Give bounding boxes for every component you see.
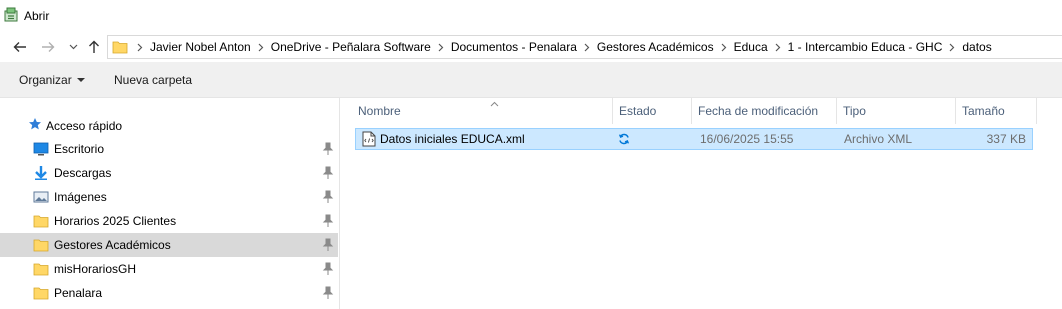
- breadcrumb-item[interactable]: 1 - Intercambio Educa - GHC: [786, 40, 945, 54]
- forward-button[interactable]: [38, 37, 58, 57]
- window-title: Abrir: [24, 9, 50, 23]
- new-folder-label: Nueva carpeta: [114, 73, 193, 87]
- back-button[interactable]: [10, 37, 30, 57]
- sidebar-item-gestores-academicos[interactable]: Gestores Académicos: [0, 233, 338, 257]
- folder-icon: [33, 213, 49, 229]
- sidebar-item-escritorio[interactable]: Escritorio: [0, 137, 338, 161]
- sidebar-item-label: misHorariosGH: [54, 262, 137, 276]
- sidebar-item-label: Escritorio: [54, 142, 105, 156]
- sidebar-item-horarios-2025-clientes[interactable]: Horarios 2025 Clientes: [0, 209, 338, 233]
- up-button[interactable]: [84, 37, 104, 57]
- pin-icon[interactable]: [322, 214, 334, 228]
- command-toolbar: Organizar Nueva carpeta: [0, 62, 1062, 98]
- navigation-bar: Javier Nobel Anton OneDrive - Peñalara S…: [0, 32, 1062, 62]
- open-dialog-icon: [3, 7, 19, 23]
- sidebar-item-penalara[interactable]: Penalara: [0, 281, 338, 305]
- breadcrumb-item[interactable]: OneDrive - Peñalara Software: [269, 40, 433, 54]
- breadcrumb-separator-icon[interactable]: [944, 43, 960, 52]
- folder-icon: [33, 285, 49, 301]
- breadcrumb-separator-icon[interactable]: [770, 43, 786, 52]
- pin-icon[interactable]: [322, 286, 334, 300]
- arrow-right-icon: [41, 41, 55, 53]
- file-type: Archivo XML: [844, 132, 913, 146]
- breadcrumb-separator-icon[interactable]: [579, 43, 595, 52]
- sidebar-item-label: Descargas: [54, 166, 112, 180]
- breadcrumb-item[interactable]: Documentos - Penalara: [449, 40, 579, 54]
- breadcrumb-item[interactable]: datos: [960, 40, 993, 54]
- arrow-left-icon: [13, 41, 27, 53]
- pin-icon[interactable]: [322, 166, 334, 180]
- column-header-modified[interactable]: Fecha de modificación: [692, 98, 836, 124]
- address-bar[interactable]: Javier Nobel Anton OneDrive - Peñalara S…: [107, 35, 1062, 59]
- folder-icon: [33, 261, 49, 277]
- quick-access-header[interactable]: Acceso rápido: [28, 117, 122, 134]
- desktop-icon: [33, 141, 49, 157]
- column-header-name[interactable]: Nombre: [352, 98, 612, 124]
- breadcrumb-separator-icon[interactable]: [433, 43, 449, 52]
- file-name: Datos iniciales EDUCA.xml: [380, 132, 525, 146]
- column-divider[interactable]: [1036, 98, 1037, 124]
- caret-down-icon: [76, 78, 85, 82]
- file-list: Nombre Estado Fecha de modificación Tipo…: [341, 98, 1062, 309]
- pictures-icon: [33, 189, 49, 205]
- folder-icon: [112, 39, 128, 58]
- pin-icon[interactable]: [322, 262, 334, 276]
- organize-label: Organizar: [19, 73, 72, 87]
- breadcrumb: Javier Nobel Anton OneDrive - Peñalara S…: [132, 36, 994, 58]
- star-icon: [28, 117, 42, 134]
- sidebar-item-label: Penalara: [54, 286, 103, 300]
- chevron-down-icon: [69, 44, 78, 50]
- column-header-label: Tamaño: [962, 104, 1005, 118]
- sidebar-item-imagenes[interactable]: Imágenes: [0, 185, 338, 209]
- column-header-label: Fecha de modificación: [698, 104, 819, 118]
- breadcrumb-item[interactable]: Gestores Académicos: [595, 40, 716, 54]
- file-row[interactable]: Datos iniciales EDUCA.xml 16/06/2025 15:…: [355, 128, 1033, 150]
- column-header-label: Estado: [619, 104, 657, 118]
- navigation-pane: Acceso rápido Escritorio Descargas Imáge…: [0, 98, 340, 309]
- xml-file-icon: [362, 131, 376, 147]
- column-header-label: Tipo: [843, 104, 866, 118]
- arrow-up-icon: [88, 40, 100, 54]
- sort-ascending-icon: [490, 96, 499, 110]
- download-icon: [33, 165, 49, 181]
- sidebar-item-label: Horarios 2025 Clientes: [54, 214, 177, 228]
- pin-icon[interactable]: [322, 142, 334, 156]
- folder-icon: [33, 237, 49, 253]
- sidebar-item-descargas[interactable]: Descargas: [0, 161, 338, 185]
- breadcrumb-item[interactable]: Javier Nobel Anton: [148, 40, 253, 54]
- column-header-size[interactable]: Tamaño: [956, 98, 1036, 124]
- sidebar-item-label: Imágenes: [54, 190, 107, 204]
- sidebar-item-mishorariosgh[interactable]: misHorariosGH: [0, 257, 338, 281]
- organize-button[interactable]: Organizar: [19, 73, 85, 87]
- breadcrumb-separator-icon[interactable]: [132, 43, 148, 52]
- sync-icon: [618, 133, 630, 145]
- quick-access-label: Acceso rápido: [46, 118, 123, 133]
- breadcrumb-separator-icon[interactable]: [253, 43, 269, 52]
- column-header-status[interactable]: Estado: [613, 98, 691, 124]
- breadcrumb-separator-icon[interactable]: [716, 43, 732, 52]
- file-size: 337 KB: [986, 132, 1026, 146]
- recent-locations-button[interactable]: [63, 37, 83, 57]
- column-header-label: Nombre: [358, 104, 401, 118]
- pin-icon[interactable]: [322, 238, 334, 252]
- file-modified: 16/06/2025 15:55: [700, 132, 794, 146]
- column-header-type[interactable]: Tipo: [837, 98, 955, 124]
- pin-icon[interactable]: [322, 190, 334, 204]
- new-folder-button[interactable]: Nueva carpeta: [114, 73, 192, 87]
- title-bar: Abrir: [0, 0, 1062, 32]
- breadcrumb-item[interactable]: Educa: [732, 40, 770, 54]
- sidebar-item-label: Gestores Académicos: [54, 238, 171, 252]
